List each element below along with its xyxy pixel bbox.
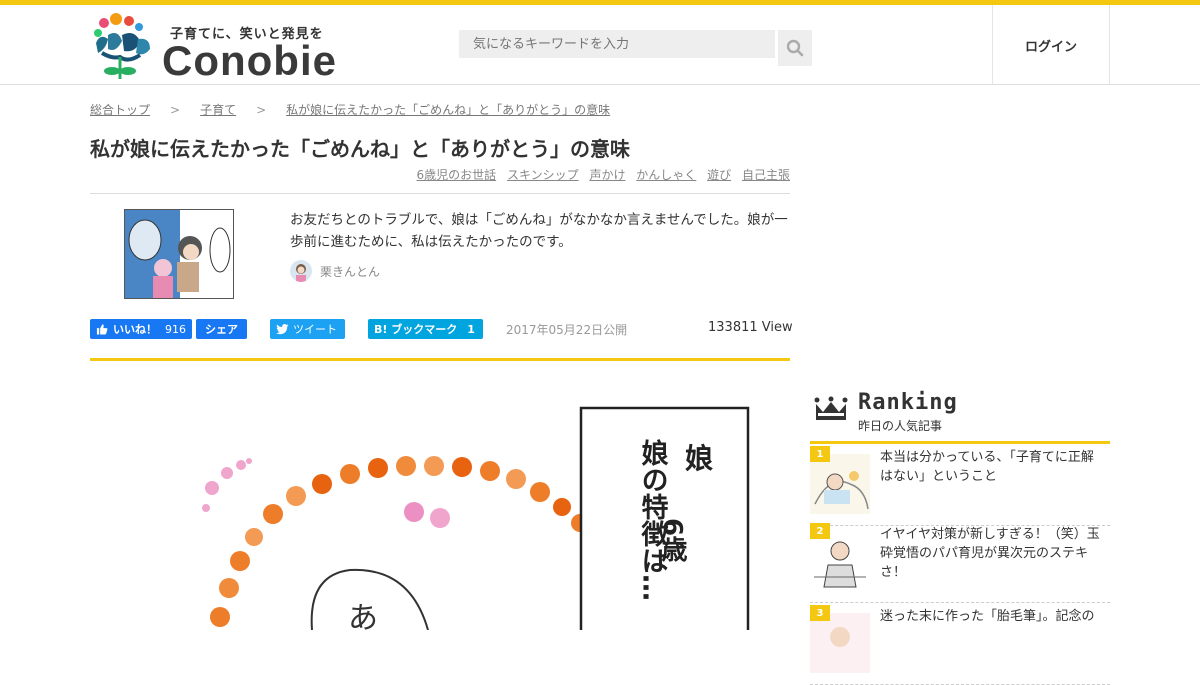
like-count: 916 bbox=[165, 322, 186, 336]
breadcrumb-home[interactable]: 総合トップ bbox=[90, 103, 150, 117]
divider bbox=[90, 193, 790, 194]
ranking-title: Ranking bbox=[858, 390, 958, 415]
article-tags: 6歳児のお世話 スキンシップ 声かけ かんしゃく 遊び 自己主張 bbox=[410, 166, 790, 183]
breadcrumb-separator: > bbox=[170, 103, 181, 117]
article-lead: お友だちとのトラブルで、娘は「ごめんね」がなかなか言えませんでした。娘が一歩前に… bbox=[290, 212, 788, 250]
ranking-item-title: 本当は分かっている、「子育てに正解はない」ということ bbox=[880, 450, 1094, 484]
comic-illustration: あ 娘 6歳 娘の特徴は… bbox=[202, 406, 750, 630]
tag-link[interactable]: 自己主張 bbox=[742, 168, 790, 182]
ranking-item[interactable]: 1 本当は分かっている、「子育てに正解はない」ということ bbox=[810, 446, 1110, 526]
author[interactable]: 栗きんとん bbox=[290, 260, 380, 282]
ranking-item[interactable]: 2 イヤイヤ対策が新しすぎる！（笑）玉砕覚悟のパパ育児が異次元のステキさ！ bbox=[810, 523, 1110, 603]
caption-line-3: 娘の特徴は… bbox=[637, 438, 670, 601]
site-brand-name: Conobie bbox=[162, 37, 337, 84]
tag-link[interactable]: 声かけ bbox=[589, 168, 625, 182]
like-label: いいね！ bbox=[113, 323, 157, 336]
avatar bbox=[290, 260, 312, 282]
hatena-count: 1 bbox=[467, 322, 475, 336]
tag-link[interactable]: かんしゃく bbox=[636, 168, 696, 182]
view-count: 133811 View bbox=[708, 320, 793, 335]
page-title: 私が娘に伝えたかった「ごめんね」と「ありがとう」の意味 bbox=[90, 137, 630, 161]
rank-badge: 3 bbox=[810, 605, 830, 621]
tag-link[interactable]: 遊び bbox=[707, 168, 731, 182]
hatena-label: B! ブックマーク bbox=[374, 323, 458, 336]
login-button[interactable]: ログイン bbox=[992, 5, 1110, 85]
breadcrumb-category[interactable]: 子育て bbox=[200, 103, 236, 117]
crown-icon bbox=[814, 396, 848, 420]
breadcrumb-separator: > bbox=[256, 103, 267, 117]
site-header: 子育てに、笑いと発見を Conobie ログイン bbox=[0, 5, 1200, 85]
search-icon bbox=[786, 39, 804, 57]
flower-logo-icon bbox=[94, 13, 150, 79]
twitter-bird-icon bbox=[276, 323, 289, 334]
ranking-item[interactable]: 3 迷った末に作った「胎毛筆」。記念の bbox=[810, 605, 1110, 685]
facebook-share-button[interactable]: シェア bbox=[196, 319, 247, 339]
ranking-thumbnail bbox=[810, 454, 870, 514]
publish-date: 2017年05月22日公開 bbox=[506, 323, 628, 337]
rank-badge: 1 bbox=[810, 446, 830, 462]
accent-divider bbox=[90, 358, 790, 361]
caption-line-1: 娘 bbox=[685, 442, 713, 475]
ranking-thumbnail bbox=[810, 613, 870, 673]
tweet-label: ツイート bbox=[293, 323, 337, 336]
ranking-item-title: 迷った末に作った「胎毛筆」。記念の bbox=[880, 609, 1095, 624]
article-thumbnail bbox=[124, 209, 234, 299]
breadcrumb-current[interactable]: 私が娘に伝えたかった「ごめんね」と「ありがとう」の意味 bbox=[286, 103, 610, 117]
facebook-like-button[interactable]: いいね！ 916 bbox=[90, 319, 192, 339]
speech-bubble-text: あ bbox=[348, 601, 378, 630]
search-input[interactable] bbox=[459, 30, 775, 58]
tag-link[interactable]: 6歳児のお世話 bbox=[417, 168, 497, 182]
author-name: 栗きんとん bbox=[320, 264, 381, 279]
ranking-header: Ranking 昨日の人気記事 bbox=[810, 388, 1110, 444]
search-button[interactable] bbox=[778, 30, 812, 66]
tag-link[interactable]: スキンシップ bbox=[507, 168, 579, 182]
hatena-bookmark-button[interactable]: B! ブックマーク 1 bbox=[368, 319, 483, 339]
breadcrumb: 総合トップ > 子育て > 私が娘に伝えたかった「ごめんね」と「ありがとう」の意味 bbox=[90, 101, 610, 118]
thumbs-up-icon bbox=[96, 324, 108, 335]
ranking-subtitle: 昨日の人気記事 bbox=[858, 419, 943, 433]
rank-badge: 2 bbox=[810, 523, 830, 539]
ranking-item-title: イヤイヤ対策が新しすぎる！（笑）玉砕覚悟のパパ育児が異次元のステキさ！ bbox=[880, 527, 1100, 580]
site-logo[interactable]: 子育てに、笑いと発見を Conobie bbox=[92, 13, 352, 83]
tweet-button[interactable]: ツイート bbox=[270, 319, 345, 339]
comic-panel: あ 娘 6歳 娘の特徴は… bbox=[90, 375, 790, 630]
ranking-thumbnail bbox=[810, 531, 870, 591]
